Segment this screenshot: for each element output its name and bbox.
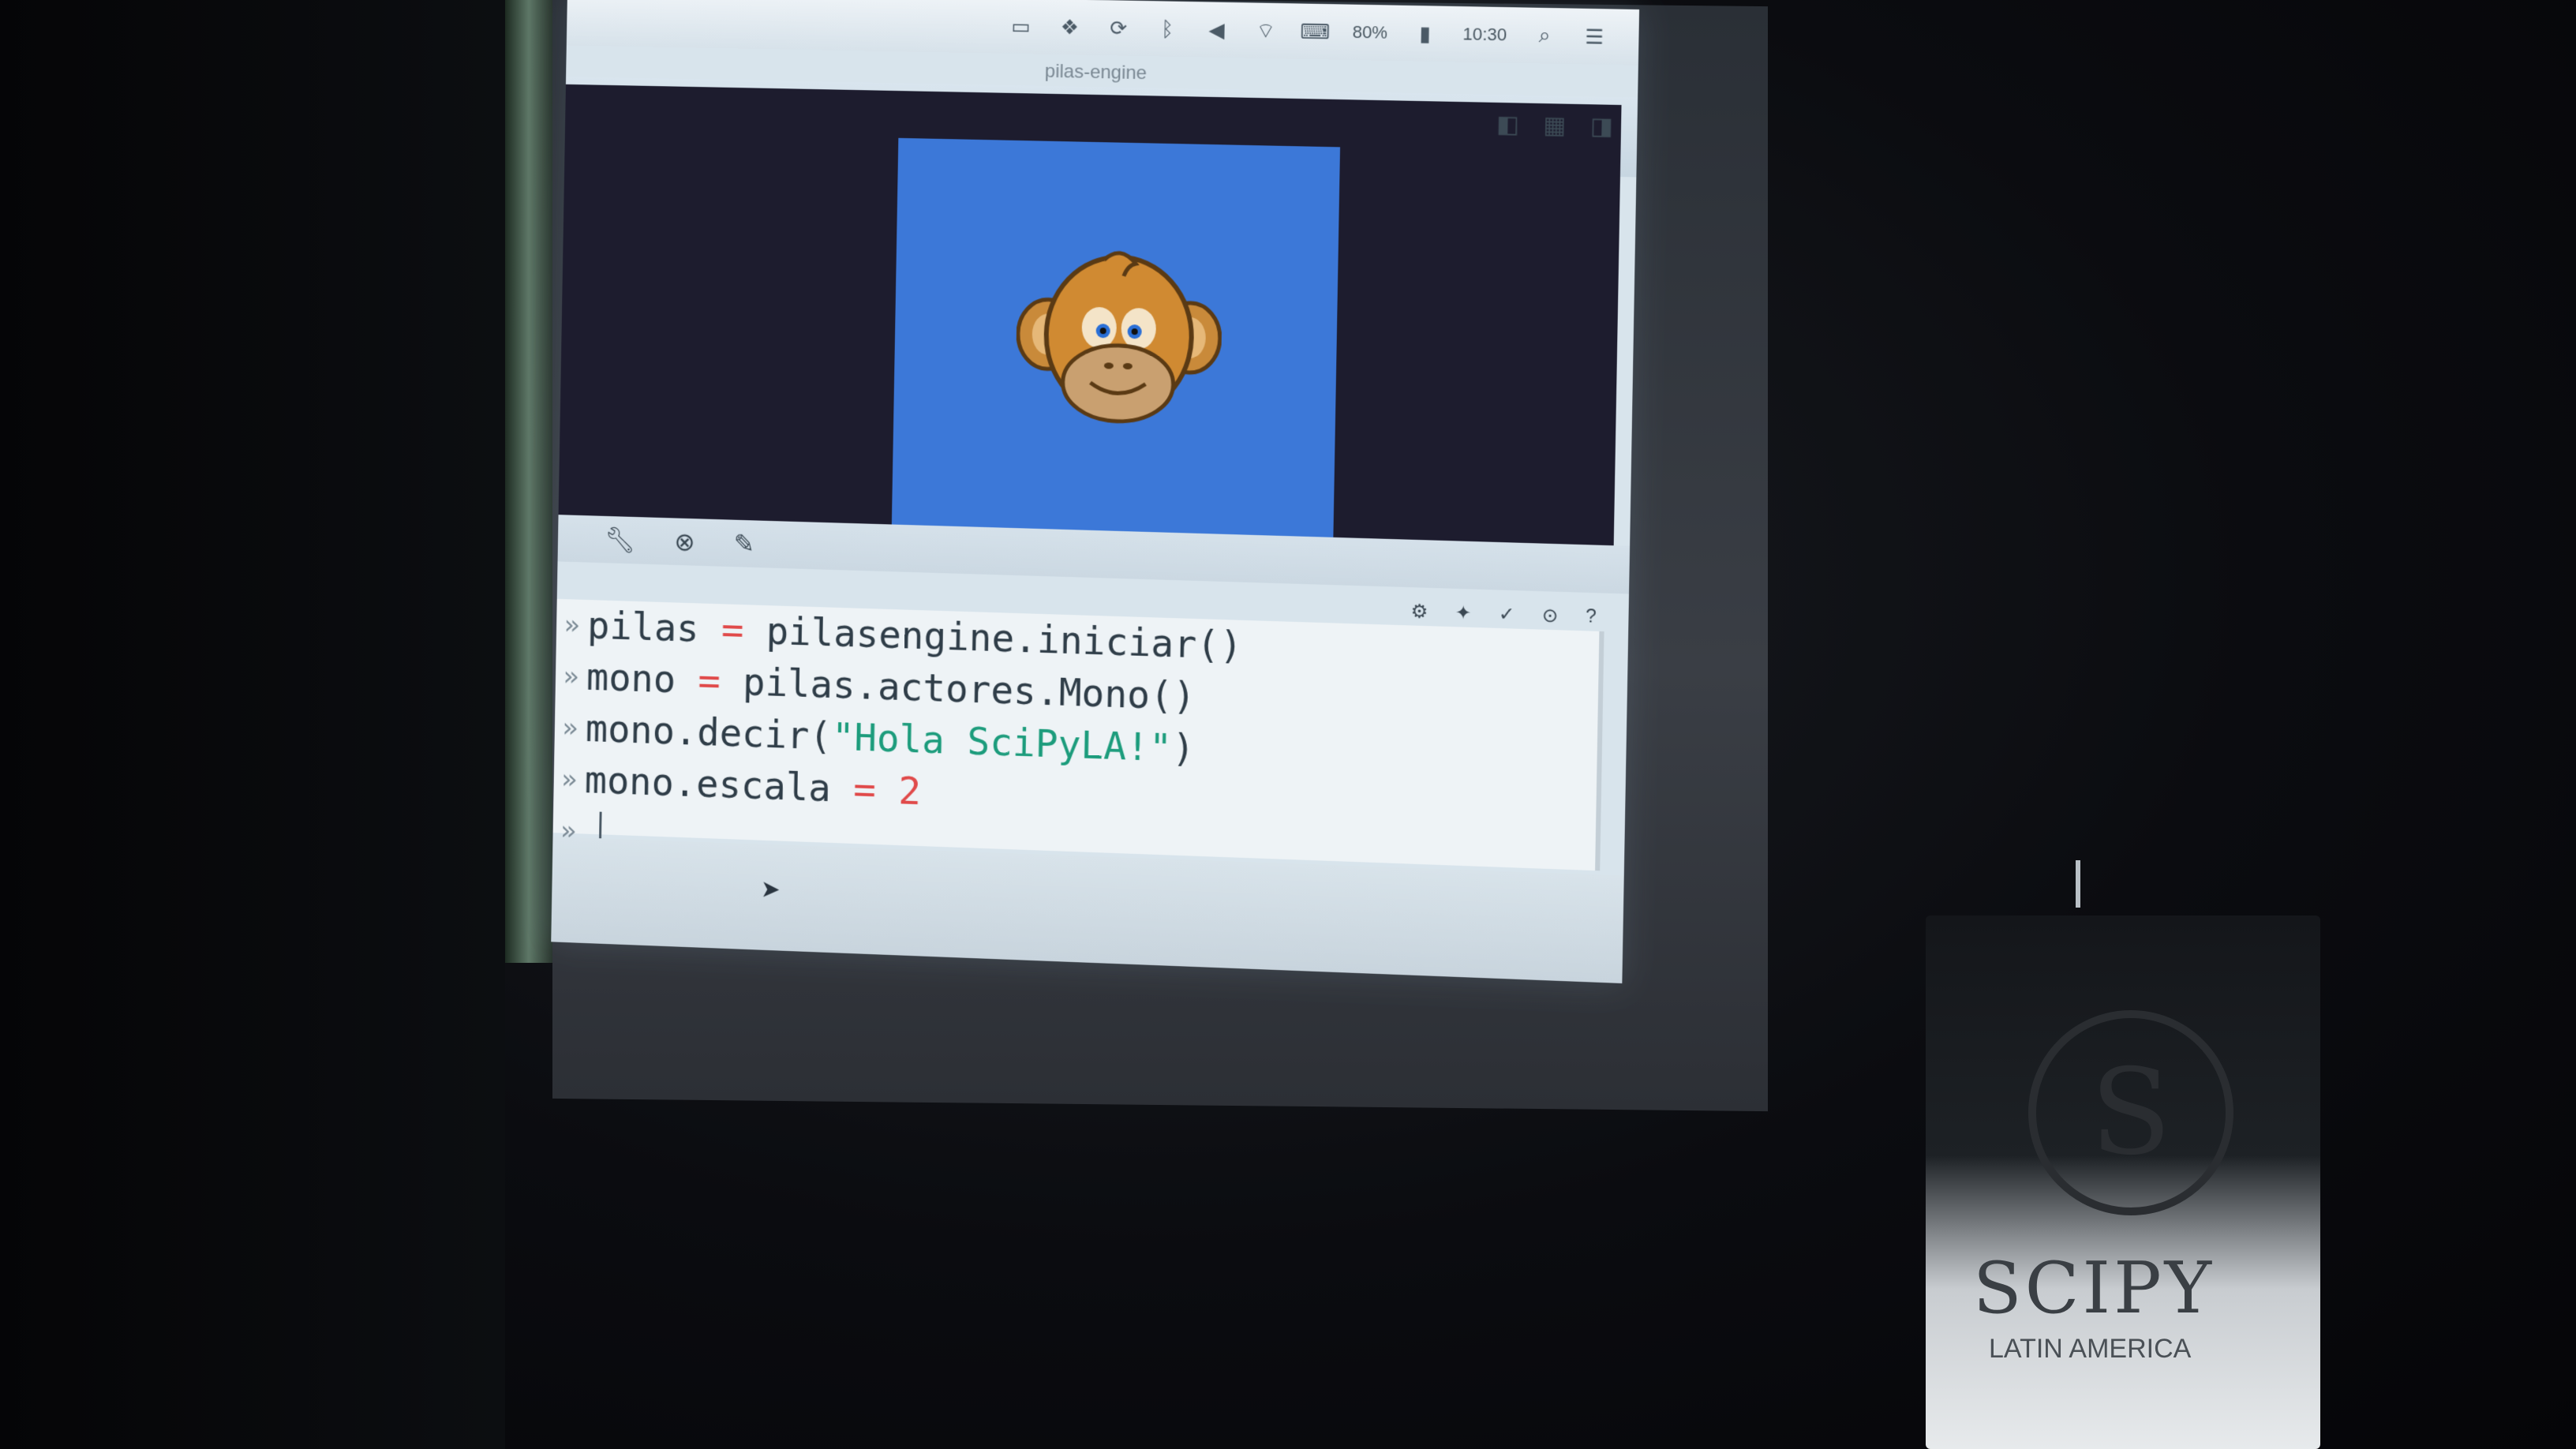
line-prompt: »	[563, 661, 579, 693]
projected-desktop: ▭ ❖ ⟳ ᛒ ◀ ⌔ ⌨ 80% ▮ 10:30 ⌕ ☰ pilas-engi…	[551, 0, 1640, 983]
stop-icon[interactable]: ⊗	[674, 526, 695, 556]
layout-icon[interactable]: ▦	[1543, 111, 1567, 140]
python-console[interactable]: » pilas = pilasengine.iniciar() » mono =…	[552, 598, 1604, 871]
monkey-actor[interactable]	[1015, 247, 1223, 442]
code-token: mono.escala	[584, 758, 832, 811]
monkey-icon	[1015, 247, 1223, 442]
battery-icon[interactable]: ▮	[1413, 21, 1437, 45]
line-prompt: »	[564, 608, 580, 642]
editor-tools: ⚙ ✦ ✓ ⊙ ?	[1410, 600, 1597, 628]
panel-toggle-icon[interactable]: ◨	[1590, 112, 1614, 140]
pencil-icon[interactable]: ✓	[1499, 603, 1515, 627]
wifi-icon[interactable]: ⌔	[1253, 18, 1278, 43]
settings-icon[interactable]: ⚙	[1410, 600, 1428, 623]
menu-icon[interactable]: ☰	[1582, 24, 1607, 49]
menubar-clock[interactable]: 10:30	[1462, 24, 1507, 45]
edit-icon[interactable]: ✎	[733, 529, 754, 559]
info-icon[interactable]: ⊙	[1542, 604, 1559, 627]
code-token: 2	[897, 769, 922, 814]
scipy-logo: S	[2028, 1010, 2233, 1215]
code-token: =	[698, 607, 767, 653]
banner-title: SCIPY	[1973, 1247, 2215, 1330]
code-token: pilas	[586, 603, 700, 651]
code-token: mono.decir(	[585, 706, 833, 759]
scipy-banner: S SCIPY LATIN AMERICA	[1926, 915, 2320, 1449]
code-token: mono	[586, 655, 676, 702]
window-controls: ◧ ▦ ◨	[1496, 110, 1613, 140]
mouse-pointer-icon: ➤	[760, 876, 781, 904]
volume-icon[interactable]: ◀	[1204, 17, 1229, 41]
cable	[2076, 860, 2080, 908]
help-icon[interactable]: ?	[1586, 605, 1597, 629]
sidebar-toggle-icon[interactable]: ◧	[1496, 110, 1519, 139]
bluetooth-icon[interactable]: ᛒ	[1155, 17, 1180, 40]
code-token: =	[830, 766, 899, 814]
dark-room-wall	[0, 0, 505, 1449]
sync-icon[interactable]: ⟳	[1106, 16, 1130, 39]
wrench-icon[interactable]: 🔧︎	[604, 525, 635, 556]
line-prompt: »	[560, 763, 578, 796]
dropbox-icon[interactable]: ❖	[1058, 15, 1081, 39]
code-token: =	[675, 657, 743, 705]
code-token: )	[1171, 726, 1196, 772]
game-canvas[interactable]	[558, 84, 1622, 568]
screen-frame-strip	[505, 0, 552, 963]
banner-subtitle: LATIN AMERICA	[1989, 1334, 2192, 1364]
game-stage	[891, 137, 1341, 560]
line-prompt: »	[562, 712, 578, 744]
add-icon[interactable]: ✦	[1455, 601, 1472, 625]
keyboard-icon[interactable]: ⌨	[1300, 19, 1330, 43]
display-icon[interactable]: ▭	[1009, 14, 1032, 38]
code-token: "Hola SciPyLA!"	[831, 714, 1173, 771]
battery-percentage: 80%	[1352, 21, 1388, 43]
search-icon[interactable]: ⌕	[1533, 23, 1557, 47]
